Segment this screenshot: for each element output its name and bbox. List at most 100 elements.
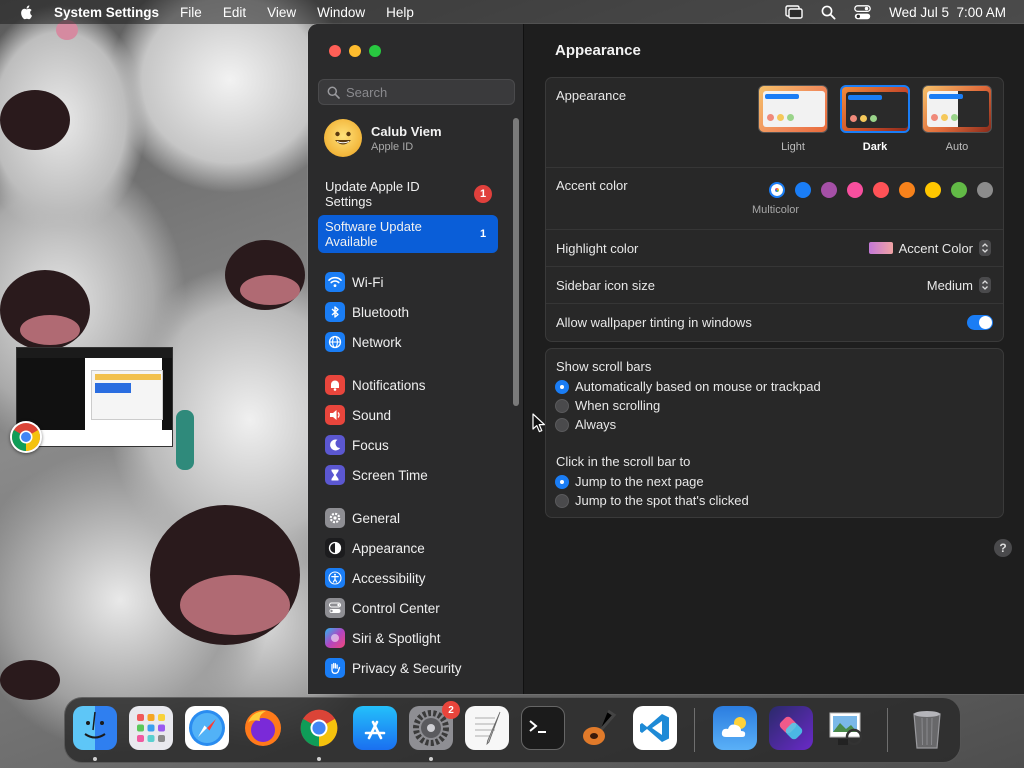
accent-swatch-multicolor[interactable] [769, 182, 785, 198]
auto-mode-preview [922, 85, 992, 133]
dock: 2 [64, 697, 961, 763]
software-update-item[interactable]: Software Update Available 1 [318, 215, 498, 253]
scroll-option-automatic[interactable]: Automatically based on mouse or trackpad [555, 379, 821, 394]
sidebar-item-bluetooth[interactable]: Bluetooth [318, 297, 508, 327]
sidebar-item-appearance[interactable]: Appearance [318, 533, 508, 563]
chrome-icon[interactable] [10, 421, 42, 453]
sidebar-item-control-center[interactable]: Control Center [318, 593, 508, 623]
light-mode-preview [758, 85, 828, 133]
sidebar-icon-size-popup[interactable]: Medium [927, 277, 991, 293]
notification-badge: 2 [442, 701, 460, 719]
radio-button[interactable] [555, 379, 569, 394]
accent-swatch[interactable] [847, 182, 863, 198]
preview-dark-region [162, 358, 172, 430]
zoom-window-button[interactable] [369, 45, 381, 57]
appearance-option-light[interactable]: Light [757, 85, 829, 153]
sidebar-item-notifications[interactable]: Notifications [318, 370, 508, 400]
hourglass-icon [325, 465, 345, 485]
click-option-spot-clicked[interactable]: Jump to the spot that's clicked [555, 493, 749, 508]
menu-edit[interactable]: Edit [223, 5, 246, 20]
scroll-option-always[interactable]: Always [555, 417, 616, 432]
appearance-option-auto[interactable]: Auto [921, 85, 993, 153]
accent-swatch[interactable] [873, 182, 889, 198]
radio-label: Automatically based on mouse or trackpad [575, 379, 821, 394]
page-title: Appearance [555, 42, 641, 59]
preview-app-icon[interactable] [825, 706, 869, 750]
appearance-settings-group: Appearance Light Dark Auto Accent color … [545, 77, 1004, 342]
firefox-icon[interactable] [241, 706, 285, 750]
accent-swatch[interactable] [795, 182, 811, 198]
terminal-icon[interactable] [521, 706, 565, 750]
radio-button[interactable] [555, 474, 569, 489]
chrome-icon[interactable] [297, 706, 341, 750]
sidebar-search[interactable] [318, 79, 515, 105]
sidebar-item-wifi[interactable]: Wi-Fi [318, 267, 508, 297]
search-input[interactable] [346, 84, 506, 100]
accent-swatch[interactable] [977, 182, 993, 198]
profile-name: Calub Viem [371, 123, 442, 139]
sidebar-scrollbar[interactable] [513, 118, 519, 406]
vscode-icon[interactable] [633, 706, 677, 750]
sidebar-item-accessibility[interactable]: Accessibility [318, 563, 508, 593]
preview-dot [860, 115, 867, 122]
radio-button[interactable] [555, 398, 569, 413]
safari-icon[interactable] [185, 706, 229, 750]
accent-swatch[interactable] [821, 182, 837, 198]
help-button[interactable]: ? [994, 539, 1012, 557]
trash-icon[interactable] [905, 706, 949, 750]
scroll-option-when-scrolling[interactable]: When scrolling [555, 398, 660, 413]
menu-window[interactable]: Window [317, 5, 365, 20]
sidebar-item-label: General [352, 510, 401, 526]
wallpaper-tinting-toggle[interactable] [967, 315, 993, 330]
sidebar-item-general[interactable]: General [318, 503, 508, 533]
sidebar-item-siri-spotlight[interactable]: Siri & Spotlight [318, 623, 508, 653]
menu-clock[interactable]: Wed Jul 5 7:00 AM [889, 5, 1006, 20]
click-scroll-title: Click in the scroll bar to [556, 454, 691, 469]
launchpad-icon[interactable] [129, 706, 173, 750]
app-store-icon[interactable] [353, 706, 397, 750]
click-option-next-page[interactable]: Jump to the next page [555, 474, 704, 489]
minimize-window-button[interactable] [349, 45, 361, 57]
menu-app-name[interactable]: System Settings [54, 5, 159, 20]
accent-swatch[interactable] [899, 182, 915, 198]
radio-button[interactable] [555, 417, 569, 432]
option-label: Dark [862, 141, 888, 153]
sidebar-item-focus[interactable]: Focus [318, 430, 508, 460]
menu-help[interactable]: Help [386, 5, 414, 20]
accent-swatch[interactable] [951, 182, 967, 198]
siri-icon [325, 628, 345, 648]
running-indicator [429, 757, 433, 761]
sidebar-item-privacy-security[interactable]: Privacy & Security [318, 653, 508, 683]
finder-icon[interactable] [73, 706, 117, 750]
sidebar-item-screen-time[interactable]: Screen Time [318, 460, 508, 490]
menu-view[interactable]: View [267, 5, 296, 20]
spotlight-search-icon[interactable] [821, 5, 836, 20]
sidebar-group-network: Wi-Fi Bluetooth Network [318, 267, 508, 357]
sidebar-item-label: Notifications [352, 377, 426, 393]
screen-mirroring-icon[interactable] [785, 5, 803, 19]
textedit-icon[interactable] [465, 706, 509, 750]
appearance-icon [325, 538, 345, 558]
multicolor-label: Multicolor [752, 204, 800, 216]
updown-chevron-icon [979, 277, 991, 293]
accessibility-icon [325, 568, 345, 588]
radio-button[interactable] [555, 493, 569, 508]
update-apple-id-item[interactable]: Update Apple ID Settings 1 [318, 175, 498, 213]
apple-id-profile[interactable]: Calub Viem Apple ID [324, 119, 442, 157]
sidebar-item-label: Screen Time [352, 467, 428, 483]
garageband-icon[interactable] [577, 706, 621, 750]
menu-file[interactable]: File [180, 5, 202, 20]
notice-label: Update Apple ID Settings [325, 179, 420, 209]
menu-bar: System Settings File Edit View Window He… [0, 0, 1024, 24]
appearance-option-dark[interactable]: Dark [839, 85, 911, 153]
sidebar-item-network[interactable]: Network [318, 327, 508, 357]
shortcuts-icon[interactable] [769, 706, 813, 750]
control-center-icon[interactable] [854, 4, 872, 20]
highlight-color-popup[interactable]: Accent Color [868, 240, 991, 256]
sidebar-item-sound[interactable]: Sound [318, 400, 508, 430]
accent-swatch[interactable] [925, 182, 941, 198]
profile-subtitle: Apple ID [371, 140, 414, 153]
apple-menu-icon[interactable] [19, 4, 35, 20]
close-window-button[interactable] [329, 45, 341, 57]
weather-icon[interactable] [713, 706, 757, 750]
